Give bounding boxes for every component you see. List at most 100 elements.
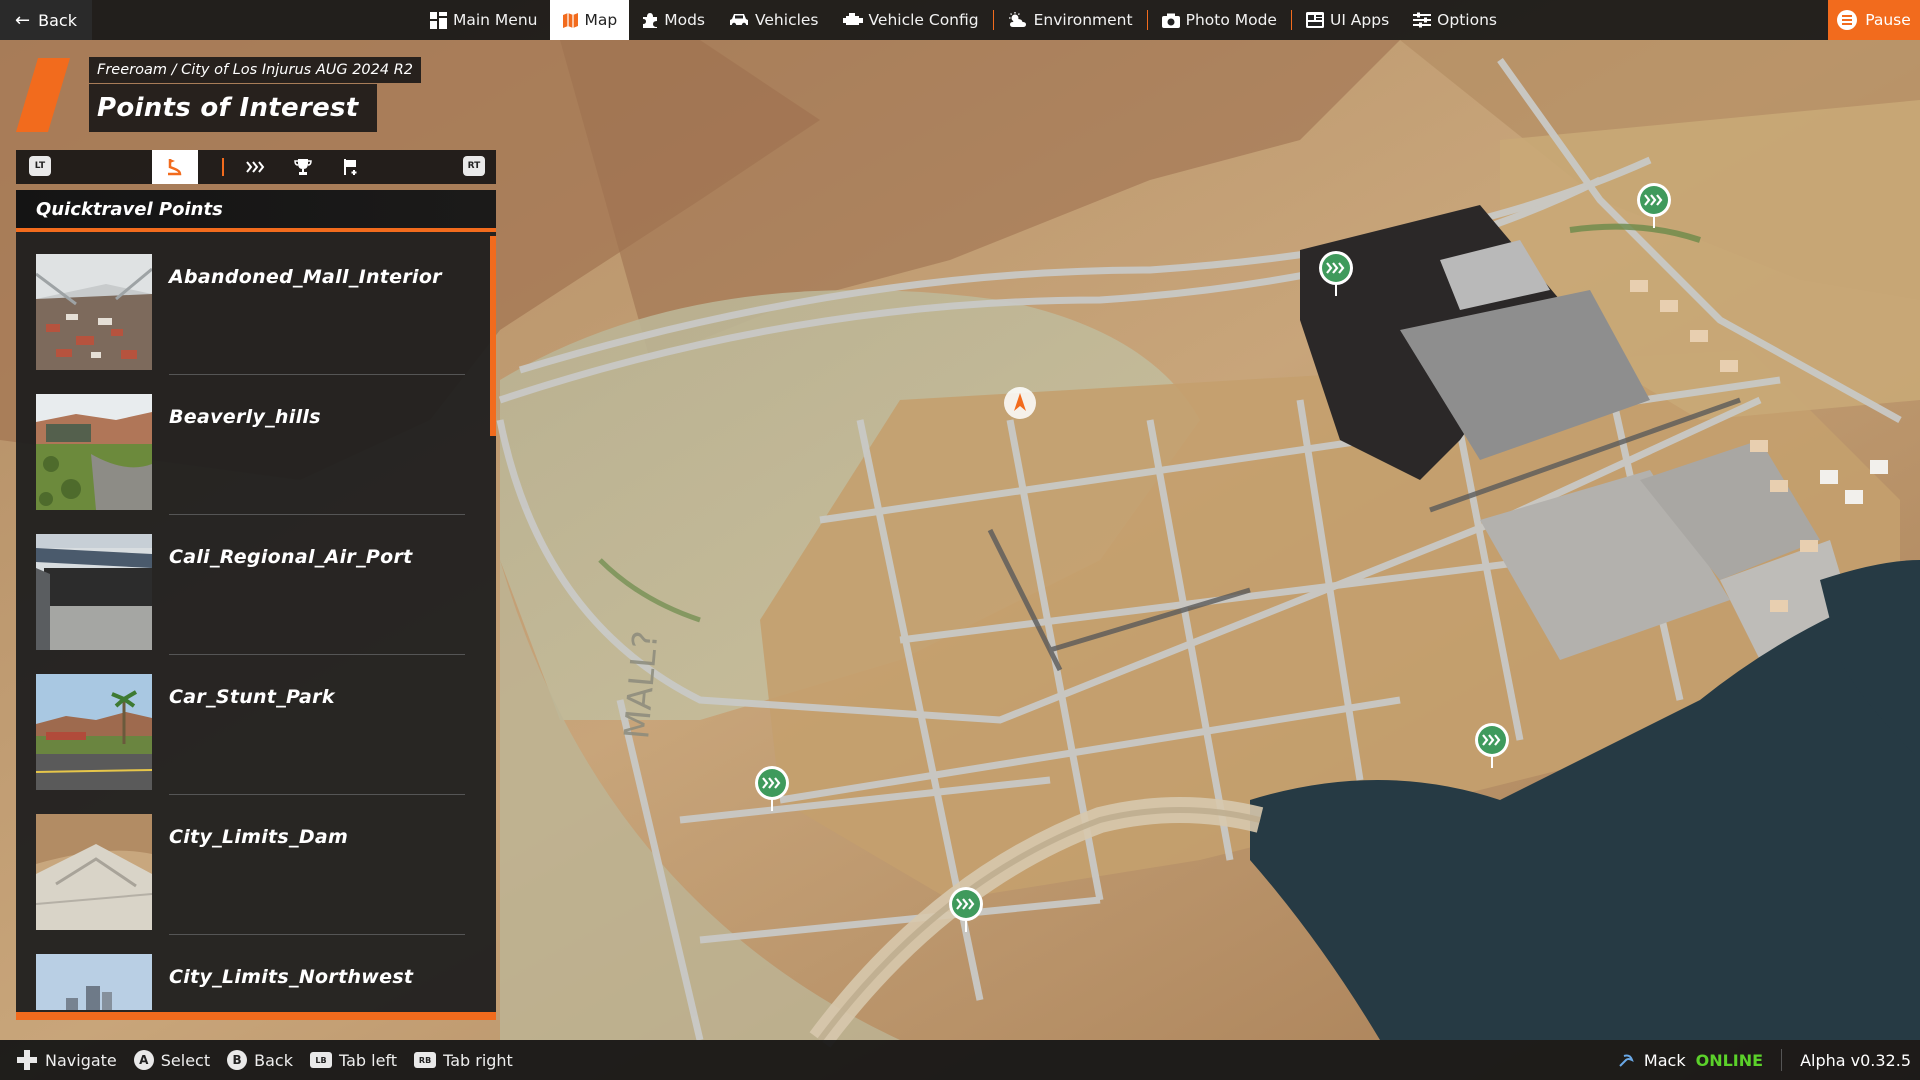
back-label: Back: [38, 10, 77, 30]
main-nav: Main Menu Map Mods Vehicles Vehicle Conf…: [418, 0, 1509, 40]
item-divider: [169, 374, 465, 375]
item-divider: [169, 934, 465, 935]
apps-icon: [1305, 12, 1324, 28]
thumbnail-image: [36, 954, 152, 1010]
list-scrollbar[interactable]: [490, 236, 496, 436]
item-divider: [169, 514, 465, 515]
quicktravel-list[interactable]: Abandoned_Mall_Interior Beaverly_hills C…: [16, 236, 496, 1010]
weather-icon: [1008, 12, 1028, 28]
hint-label: Navigate: [45, 1050, 117, 1070]
quicktravel-icon: [246, 161, 265, 173]
nav-vehicle-config[interactable]: Vehicle Config: [831, 0, 991, 40]
list-item-cali-regional-air-port[interactable]: Cali_Regional_Air_Port: [16, 516, 486, 656]
hint-tab-right: RB Tab right: [414, 1051, 513, 1070]
nav-vehicles[interactable]: Vehicles: [717, 0, 831, 40]
list-item-city-limits-dam[interactable]: City_Limits_Dam: [16, 796, 486, 936]
hint-back: B Back: [227, 1050, 293, 1070]
list-item-beaverly-hills[interactable]: Beaverly_hills: [16, 376, 486, 516]
car-icon: [729, 12, 749, 28]
panel-heading: Quicktravel Points: [16, 190, 496, 232]
status-divider: [1781, 1049, 1783, 1071]
item-divider: [169, 654, 465, 655]
puzzle-icon: [641, 12, 658, 29]
item-name: Abandoned_Mall_Interior: [169, 266, 442, 288]
tab-quicktravel[interactable]: [232, 150, 278, 184]
list-item-abandoned-mall-interior[interactable]: Abandoned_Mall_Interior: [16, 236, 486, 376]
b-button-icon: B: [227, 1050, 248, 1070]
quicktravel-marker-icon[interactable]: [1634, 182, 1674, 230]
version-label: Alpha v0.32.5: [1800, 1050, 1911, 1070]
engine-icon: [842, 12, 863, 28]
pause-button[interactable]: Pause: [1828, 0, 1920, 40]
item-divider: [169, 794, 465, 795]
item-name: Beaverly_hills: [169, 406, 321, 428]
item-name: Car_Stunt_Park: [169, 686, 335, 708]
list-item-city-limits-northwest[interactable]: City_Limits_Northwest: [16, 936, 486, 1010]
dashboard-icon: [430, 11, 447, 29]
nav-divider: [992, 10, 994, 30]
nav-divider: [1290, 10, 1292, 30]
quicktravel-marker-icon[interactable]: [946, 886, 986, 934]
nav-label: Vehicles: [755, 11, 819, 29]
poi-category-tabs: LT RT: [16, 150, 496, 184]
nav-label: Mods: [664, 11, 705, 29]
nav-label: UI Apps: [1329, 11, 1390, 29]
tab-missions[interactable]: [328, 150, 374, 184]
tab-challenges[interactable]: [280, 150, 326, 184]
nav-divider: [1146, 10, 1148, 30]
hint-label: Back: [254, 1050, 293, 1070]
arrow-left-icon: ←: [15, 9, 31, 31]
nav-map[interactable]: Map: [549, 0, 630, 40]
nav-label: Options: [1437, 11, 1497, 29]
sliders-icon: [1413, 12, 1432, 28]
nav-label: Map: [584, 11, 618, 29]
list-item-car-stunt-park[interactable]: Car_Stunt_Park: [16, 656, 486, 796]
top-navigation-bar: ← Back Main Menu Map Mods Vehicles Vehic…: [0, 0, 1920, 40]
hint-select: A Select: [133, 1050, 211, 1070]
camera-icon: [1161, 13, 1180, 28]
panel-bottom-accent: [16, 1012, 496, 1020]
nav-mods[interactable]: Mods: [629, 0, 717, 40]
tab-divider: [222, 158, 224, 176]
lb-button-icon: LB: [309, 1052, 332, 1068]
page-title: Points of Interest: [89, 84, 377, 132]
username: Mack: [1643, 1050, 1686, 1070]
hint-label: Tab right: [443, 1050, 513, 1070]
hint-tab-left: LB Tab left: [309, 1050, 398, 1070]
right-trigger-hint: RT: [463, 156, 485, 176]
thumbnail-image: [36, 674, 152, 790]
player-position-icon: [1004, 387, 1036, 419]
flag-icon: [344, 159, 357, 175]
hint-label: Tab left: [338, 1050, 398, 1070]
pause-label: Pause: [1865, 11, 1911, 29]
beamng-logo-icon: [1619, 1054, 1634, 1067]
breadcrumb: Freeroam / City of Los Injurus AUG 2024 …: [89, 57, 422, 83]
left-trigger-hint: LT: [29, 156, 51, 176]
nav-label: Environment: [1033, 11, 1133, 29]
item-name: City_Limits_Northwest: [169, 966, 414, 988]
item-name: City_Limits_Dam: [169, 826, 349, 848]
nav-ui-apps[interactable]: UI Apps: [1294, 0, 1401, 40]
back-button[interactable]: ← Back: [0, 0, 92, 40]
online-status-badge: ONLINE: [1695, 1050, 1764, 1070]
poi-list-panel: Quicktravel Points Abandoned_Mall_Interi…: [16, 190, 496, 1020]
nav-options[interactable]: Options: [1401, 0, 1509, 40]
trophy-icon: [294, 159, 312, 175]
rb-button-icon: RB: [414, 1052, 437, 1068]
tab-spawn-points[interactable]: [152, 150, 198, 184]
quicktravel-marker-icon[interactable]: [1472, 722, 1512, 770]
hint-navigate: Navigate: [16, 1049, 117, 1071]
nav-label: Vehicle Config: [868, 11, 979, 29]
account-status: Mack ONLINE Alpha v0.32.5: [1618, 1040, 1911, 1080]
dpad-icon: [17, 1050, 37, 1070]
nav-environment[interactable]: Environment: [996, 0, 1145, 40]
nav-main-menu[interactable]: Main Menu: [418, 0, 550, 40]
nav-photo-mode[interactable]: Photo Mode: [1150, 0, 1289, 40]
controller-hints-bar: Navigate A Select B Back LB Tab left RB …: [0, 1040, 1920, 1080]
quicktravel-marker-icon[interactable]: [752, 765, 792, 813]
hint-label: Select: [160, 1050, 211, 1070]
map-icon: [562, 12, 579, 29]
nav-label: Photo Mode: [1185, 11, 1277, 29]
quicktravel-marker-icon[interactable]: [1316, 250, 1356, 298]
spawn-point-icon: [168, 159, 182, 176]
